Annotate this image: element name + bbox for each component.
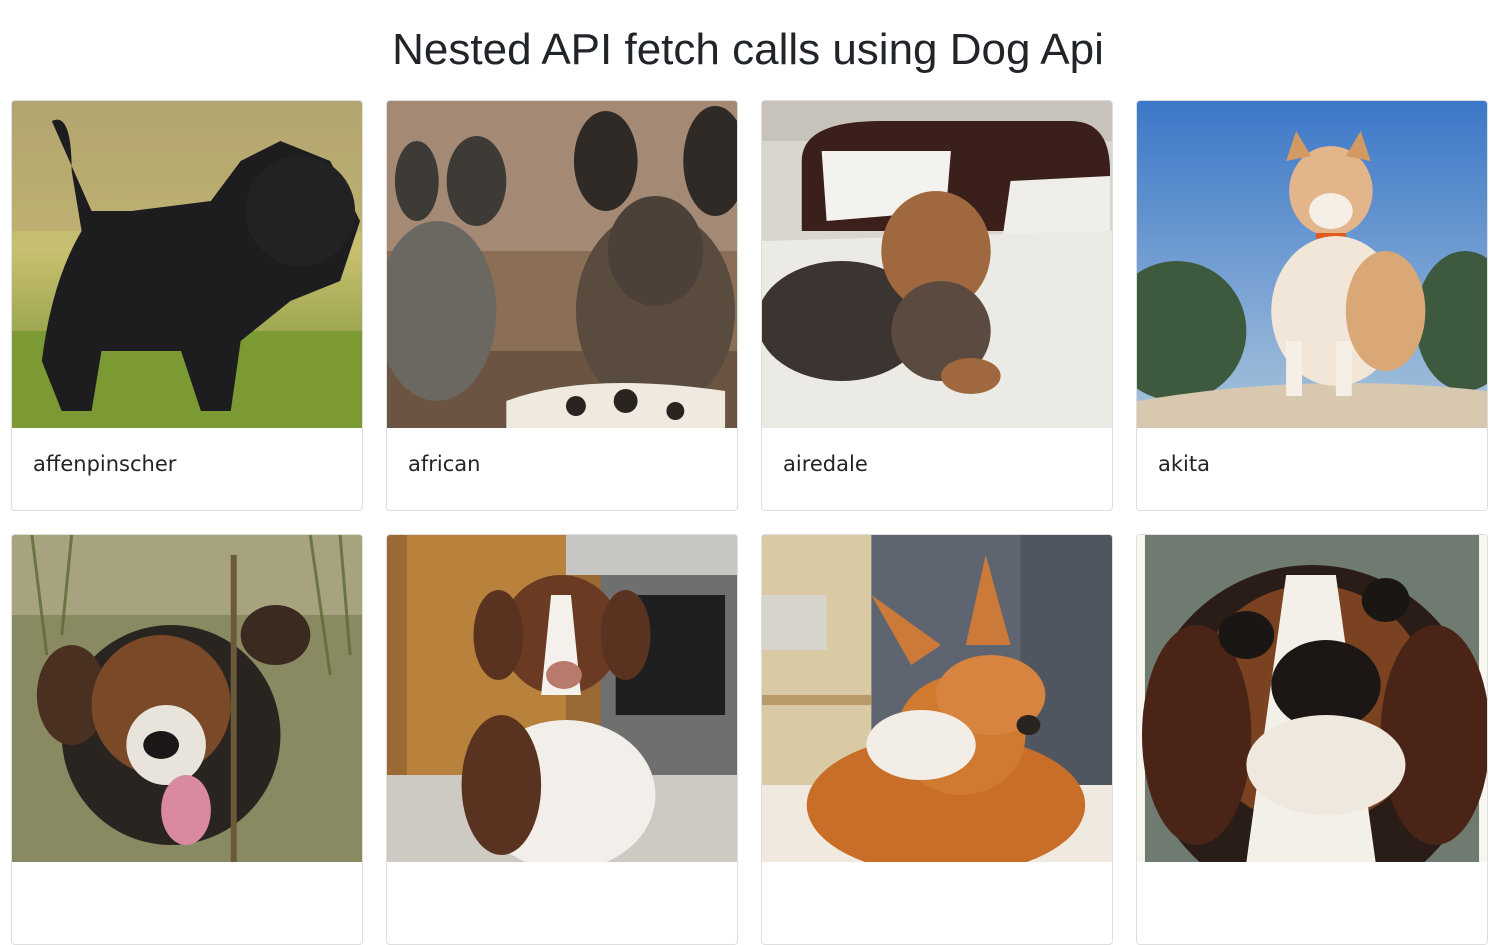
breed-card[interactable]: affenpinscher (11, 100, 363, 511)
breed-card[interactable] (1136, 534, 1488, 945)
card-body: akita (1137, 428, 1487, 510)
card-body: affenpinscher (12, 428, 362, 510)
card-body (387, 862, 737, 944)
beagle-closeup-photo-icon (1137, 535, 1487, 862)
black-scruffy-dog-photo-icon (12, 101, 362, 428)
curly-dog-on-bed-photo-icon (762, 101, 1112, 428)
breed-card[interactable]: akita (1136, 100, 1488, 511)
breed-card[interactable]: african (386, 100, 738, 511)
breed-name: akita (1158, 452, 1210, 476)
breed-card[interactable] (761, 534, 1113, 945)
breed-card-grid: affenpinscher african airedale akita (11, 100, 1488, 945)
basenji-in-sun-photo-icon (762, 535, 1112, 862)
card-body (1137, 862, 1487, 944)
card-body: african (387, 428, 737, 510)
card-body: airedale (762, 428, 1112, 510)
card-body (762, 862, 1112, 944)
african-wild-dogs-photo-icon (387, 101, 737, 428)
brown-white-shepherd-photo-icon (387, 535, 737, 862)
breed-card[interactable] (386, 534, 738, 945)
akita-on-sand-photo-icon (1137, 101, 1487, 428)
breed-card[interactable]: airedale (761, 100, 1113, 511)
breed-name: airedale (783, 452, 868, 476)
breed-name: affenpinscher (33, 452, 177, 476)
breed-card[interactable] (11, 534, 363, 945)
page-title: Nested API fetch calls using Dog Api (392, 25, 1104, 74)
card-body (12, 862, 362, 944)
tricolor-dog-in-grass-photo-icon (12, 535, 362, 862)
breed-name: african (408, 452, 481, 476)
